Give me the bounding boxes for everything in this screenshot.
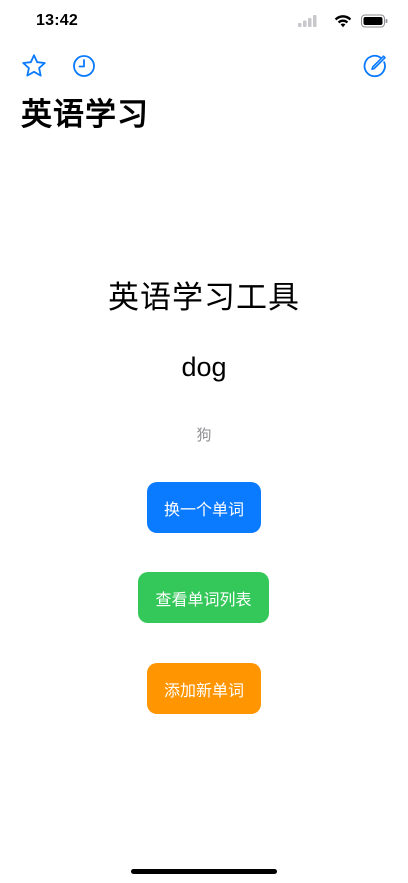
edit-button[interactable] [360,51,390,81]
word-translation: 狗 [196,426,212,444]
battery-icon [361,14,388,28]
status-time: 13:42 [36,12,78,29]
wifi-icon [334,15,352,28]
current-word: dog [181,352,227,382]
status-bar: 13:42 [0,0,408,46]
home-indicator[interactable] [131,869,277,874]
app-heading: 英语学习工具 [108,280,300,316]
favorites-button[interactable] [19,51,49,81]
compose-icon [363,54,386,78]
next-word-button[interactable]: 换一个单词 [147,482,261,533]
page-title: 英语学习 [21,97,149,133]
view-word-list-button[interactable]: 查看单词列表 [138,572,269,623]
star-icon [22,54,46,77]
clock-icon [73,55,95,77]
history-button[interactable] [69,51,99,81]
add-word-button[interactable]: 添加新单词 [147,663,261,714]
cellular-signal-icon [298,15,317,27]
